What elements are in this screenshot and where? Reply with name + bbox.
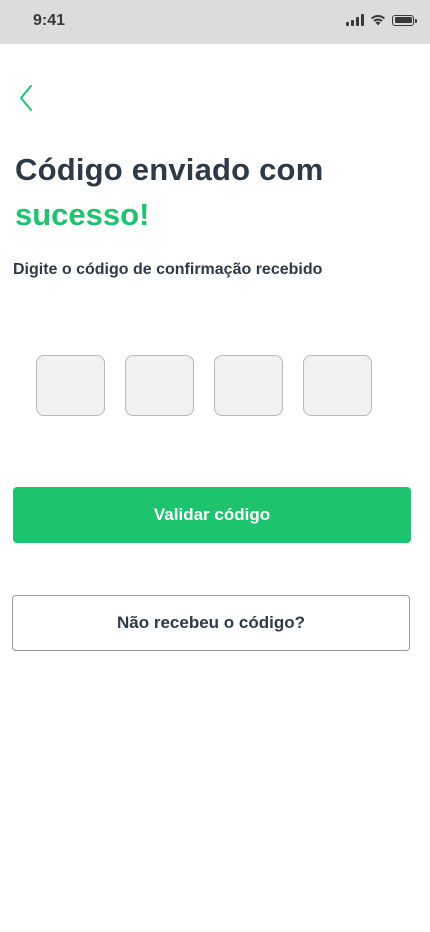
code-digit-3[interactable] [214,355,283,416]
battery-icon [392,14,417,26]
wifi-icon [371,15,385,26]
instruction-text: Digite o código de confirmação recebido [13,261,323,278]
status-time: 9:41 [33,12,66,29]
status-bar: 9:41 [0,0,430,44]
page-title: Código enviado com [15,152,324,187]
code-digit-2[interactable] [125,355,194,416]
signal-icon [346,14,364,26]
back-button[interactable] [12,82,40,114]
code-digit-4[interactable] [303,355,372,416]
resend-code-button[interactable]: Não recebeu o código? [12,595,410,651]
validate-code-button[interactable]: Validar código [13,487,411,543]
code-input-group [36,355,372,416]
chevron-left-icon [20,85,32,111]
page-title-highlight: sucesso! [15,197,150,232]
code-digit-1[interactable] [36,355,105,416]
status-icons [346,14,417,26]
